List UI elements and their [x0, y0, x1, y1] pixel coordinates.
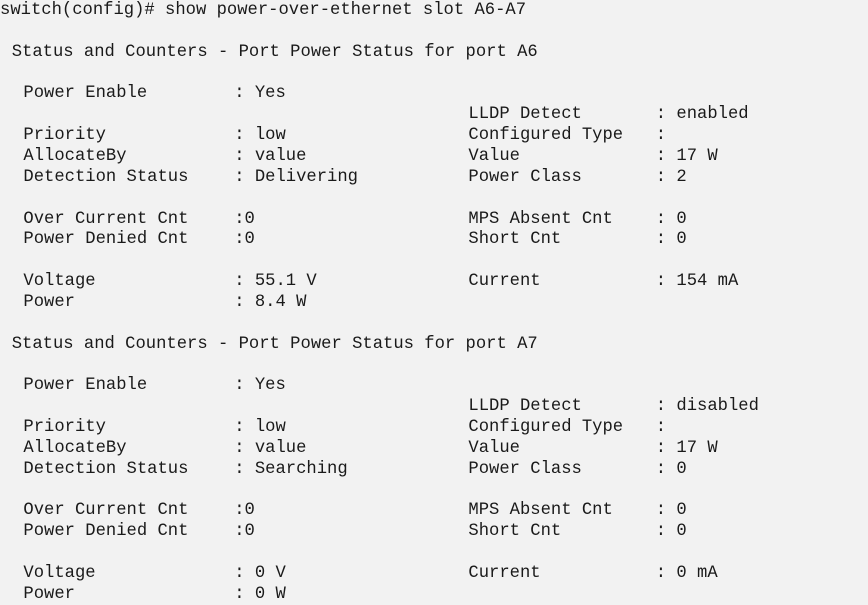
terminal-text: Configured Type: [468, 418, 624, 437]
terminal-text: Value: [468, 438, 520, 458]
terminal-text: Power: [23, 584, 75, 604]
terminal-text: : Yes: [234, 376, 286, 396]
terminal-text: :0: [234, 230, 255, 250]
terminal-text: : 0 mA: [655, 563, 718, 583]
terminal-text: Power Class: [468, 459, 582, 479]
terminal-text: Voltage: [23, 563, 96, 583]
terminal-text: : Searching: [234, 459, 348, 479]
terminal-text: Power Enable: [23, 84, 148, 104]
terminal-text: Over Current Cnt: [23, 501, 189, 521]
terminal-text: Detection Status: [23, 167, 189, 187]
terminal-text: :: [655, 126, 667, 146]
terminal-text: : Delivering: [234, 167, 358, 187]
terminal-text: Current: [468, 563, 541, 583]
terminal-text: : 0: [655, 209, 687, 229]
terminal-text: : low: [234, 126, 286, 146]
terminal-text: : Yes: [234, 84, 286, 104]
terminal-text: : 8.4 W: [234, 292, 307, 312]
terminal-text: :: [655, 418, 667, 437]
terminal-text: LLDP Detect: [468, 397, 582, 417]
terminal-text: :0: [234, 501, 255, 521]
terminal-text: Value: [468, 146, 520, 166]
terminal-text: Short Cnt: [468, 522, 562, 542]
terminal-text: : 0 W: [234, 584, 286, 604]
terminal-text: : 0: [655, 459, 687, 479]
terminal-text: Status and Counters - Port Power Status …: [11, 42, 538, 62]
terminal-text: : value: [234, 146, 307, 166]
terminal-text: LLDP Detect: [468, 105, 582, 125]
terminal-text: Configured Type: [468, 126, 624, 146]
terminal-text: : value: [234, 438, 307, 458]
terminal-text: Short Cnt: [468, 230, 562, 250]
terminal-text: : disabled: [655, 397, 759, 417]
terminal-text: :0: [234, 522, 255, 542]
terminal-text: : 0: [655, 230, 687, 250]
terminal-text: AllocateBy: [23, 438, 127, 458]
terminal-text: MPS Absent Cnt: [468, 501, 613, 521]
terminal-text: : 0: [655, 501, 687, 521]
terminal-text: : 17 W: [655, 146, 718, 166]
terminal-text: Over Current Cnt: [23, 209, 189, 229]
terminal-text: Power: [23, 292, 75, 312]
terminal-text: : 154 mA: [655, 272, 739, 292]
terminal-output: switch(config)# show power-over-ethernet…: [0, 0, 868, 604]
terminal-text: : low: [234, 418, 286, 437]
terminal-text: Power Enable: [23, 376, 148, 396]
terminal-text: Power Class: [468, 167, 582, 187]
terminal-text: MPS Absent Cnt: [468, 209, 613, 229]
terminal-text: : 55.1 V: [234, 272, 317, 292]
terminal-text: : 0: [655, 522, 687, 542]
terminal-text: : 17 W: [655, 438, 718, 458]
terminal-text: Voltage: [23, 272, 96, 292]
terminal-text: :0: [234, 209, 255, 229]
terminal-text: Priority: [23, 126, 106, 146]
terminal-text: : 0 V: [234, 563, 286, 583]
terminal-text: Power Denied Cnt: [23, 522, 189, 542]
command-prompt: switch(config)# show power-over-ethernet…: [0, 1, 527, 20]
terminal-text: : enabled: [655, 105, 749, 125]
terminal-text: Priority: [23, 418, 106, 437]
terminal-text: : 2: [655, 167, 687, 187]
terminal-text: Status and Counters - Port Power Status …: [11, 334, 538, 354]
terminal-text: AllocateBy: [23, 146, 127, 166]
terminal-text: Power Denied Cnt: [23, 230, 189, 250]
terminal-text: Current: [468, 272, 541, 292]
terminal-text: Detection Status: [23, 459, 189, 479]
